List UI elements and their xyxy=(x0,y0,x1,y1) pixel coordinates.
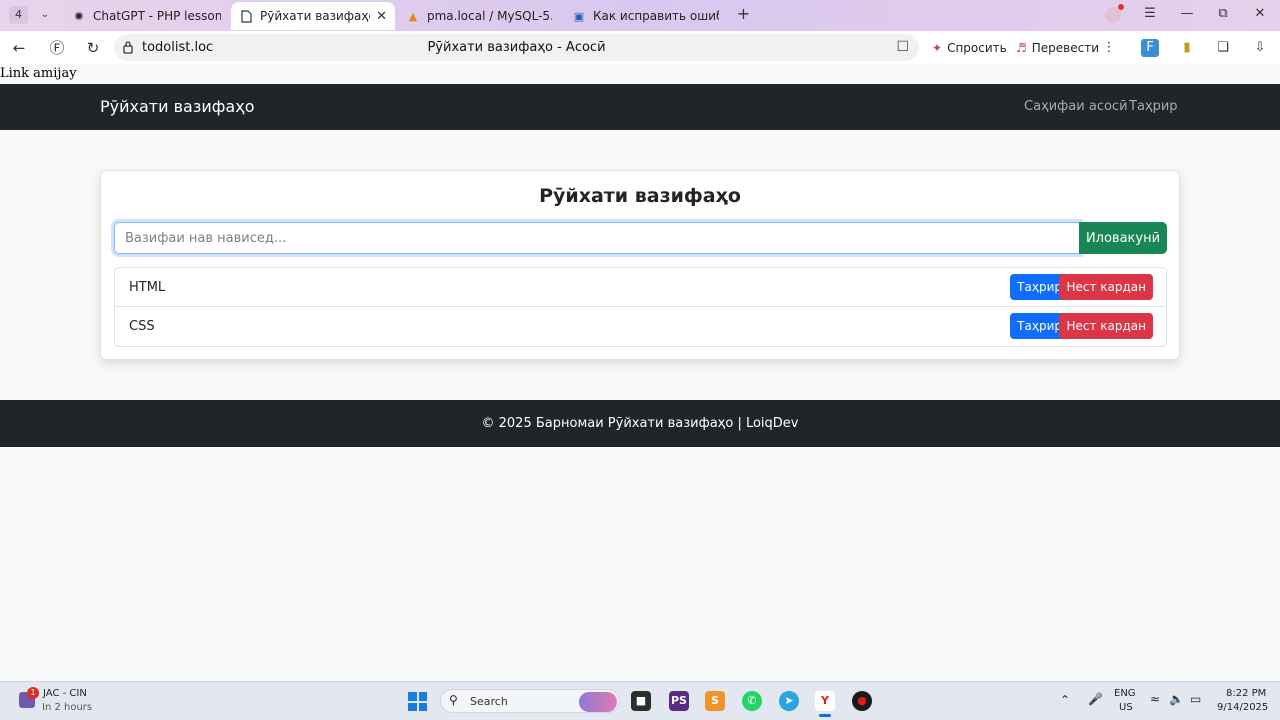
language-top[interactable]: ENG xyxy=(1114,688,1136,699)
battery-extension-icon[interactable]: ▮ xyxy=(1178,39,1196,57)
card-title: Рӯйхати вазифаҳо xyxy=(539,185,741,207)
tab-label: Рӯйхати вазифаҳо - Асосӣ xyxy=(260,9,371,23)
add-task-button[interactable]: Иловакунӣ xyxy=(1079,222,1167,254)
chatgpt-icon: ✺ xyxy=(74,9,84,23)
tab-label: ChatGPT - PHP lessons xyxy=(93,9,221,23)
weather-title[interactable]: JAC - CIN xyxy=(43,688,87,699)
translate-icon: ♬ xyxy=(1016,40,1027,55)
new-tab-icon[interactable]: + xyxy=(735,6,752,23)
nav-link-edit[interactable]: Таҳрир xyxy=(1129,99,1178,114)
sparkle-icon: ✦ xyxy=(932,40,943,55)
wifi-icon[interactable]: ≈ xyxy=(1150,692,1160,706)
navbar-brand[interactable]: Рӯйхати вазифаҳо xyxy=(100,97,254,116)
search-icon: ⚲ xyxy=(449,693,458,707)
tab-chatgpt[interactable]: ✺ ChatGPT - PHP lessons xyxy=(64,2,229,30)
yandex-browser-icon[interactable]: Y xyxy=(815,691,835,717)
whatsapp-icon[interactable]: ✆ xyxy=(742,691,762,711)
taskbar-search[interactable]: ⚲ Search xyxy=(440,689,620,713)
nav-link-home[interactable]: Саҳифаи асосӣ xyxy=(1024,99,1128,114)
browser-tab-strip: 4 ⌄ ✺ ChatGPT - PHP lessons Рӯйхати вази… xyxy=(0,0,1280,31)
clock-date[interactable]: 9/14/2025 xyxy=(1217,702,1268,713)
sublime-text-icon[interactable]: S xyxy=(705,691,725,711)
notification-badge: 1 xyxy=(27,687,39,699)
tab-label: pma.local / MySQL-5.6 / todolist xyxy=(427,9,552,23)
page-title: Рӯйхати вазифаҳо - Асосӣ xyxy=(427,40,606,55)
task-list: HTML Таҳрир Нест кардан CSS Таҳрир Нест … xyxy=(114,267,1167,347)
back-arrow-icon[interactable]: ← xyxy=(9,38,29,58)
link-text[interactable]: Link amijay xyxy=(0,66,77,81)
chevron-up-icon[interactable]: ⌃ xyxy=(1060,693,1070,707)
task-name: CSS xyxy=(129,319,155,334)
language-bottom[interactable]: US xyxy=(1119,702,1133,713)
weather-subtitle: In 2 hours xyxy=(42,702,93,713)
restore-icon[interactable]: ⧉ xyxy=(1213,6,1233,21)
start-windows-icon[interactable] xyxy=(408,692,427,711)
search-highlight-icon xyxy=(579,692,617,712)
chevron-down-icon[interactable]: ⌄ xyxy=(37,6,53,24)
battery-icon[interactable]: ▭ xyxy=(1190,692,1201,706)
task-name: HTML xyxy=(129,280,166,295)
extension-icon[interactable]: F xyxy=(1141,39,1159,57)
document-icon xyxy=(239,9,253,23)
ask-button[interactable]: ✦ Спросить xyxy=(924,34,1015,61)
address-bar[interactable]: todolist.loc Рӯйхати вазифаҳо - Асосӣ ☐ xyxy=(114,34,919,61)
menu-icon[interactable]: ☰ xyxy=(1140,6,1160,21)
tab-label: Как исправить ошибку подключения xyxy=(593,9,719,23)
footer: © 2025 Барномаи Рӯйхати вазифаҳо | LoiqD… xyxy=(0,400,1280,447)
browser-toolbar: ← Ⓕ ↻ todolist.loc Рӯйхати вазифаҳо - Ас… xyxy=(0,31,1280,64)
speaker-icon[interactable]: 🔈 xyxy=(1169,692,1184,706)
close-icon[interactable]: ✕ xyxy=(376,9,387,24)
yandex-icon[interactable]: Ⓕ xyxy=(47,38,67,58)
list-item: HTML Таҳрир Нест кардан xyxy=(115,268,1166,307)
translate-label: Перевести xyxy=(1031,40,1100,55)
bookmark-icon[interactable]: ☐ xyxy=(896,39,909,55)
tab-fix-error[interactable]: ▣ Как исправить ошибку подключения xyxy=(564,2,727,30)
task-view-icon[interactable]: ■ xyxy=(631,691,651,711)
new-task-input[interactable] xyxy=(114,222,1080,254)
taskbar: 1 JAC - CIN In 2 hours ⚲ Search ■ PS S ✆… xyxy=(0,681,1280,720)
tab-count-button[interactable]: 4 xyxy=(9,6,28,24)
delete-task-button[interactable]: Нест кардан xyxy=(1059,313,1153,339)
profile-icon[interactable] xyxy=(1105,4,1124,23)
link-icon: ▣ xyxy=(573,9,585,23)
translate-button[interactable]: ♬ Перевести xyxy=(1008,34,1107,61)
navbar: Рӯйхати вазифаҳо Саҳифаи асосӣ Таҳрир xyxy=(0,84,1280,130)
microphone-icon[interactable]: 🎤 xyxy=(1088,692,1103,706)
tab-todolist[interactable]: Рӯйхати вазифаҳо - Асосӣ ✕ xyxy=(231,2,395,30)
reload-icon[interactable]: ↻ xyxy=(83,38,103,58)
telegram-icon[interactable]: ➤ xyxy=(779,691,799,711)
phpstorm-icon[interactable]: PS xyxy=(669,691,689,711)
clock-time[interactable]: 8:22 PM xyxy=(1226,688,1266,699)
delete-task-button[interactable]: Нест кардан xyxy=(1059,274,1153,300)
search-label: Search xyxy=(470,695,508,708)
tab-phpmyadmin[interactable]: ▲ pma.local / MySQL-5.6 / todolist xyxy=(398,2,560,30)
footer-text: © 2025 Барномаи Рӯйхати вазифаҳо | LoiqD… xyxy=(481,416,799,431)
phpmyadmin-icon: ▲ xyxy=(408,9,418,23)
download-icon[interactable]: ⇩ xyxy=(1251,39,1269,57)
collections-icon[interactable]: ❏ xyxy=(1214,39,1232,57)
ask-label: Спросить xyxy=(947,40,1007,55)
minimize-icon[interactable]: — xyxy=(1177,6,1197,21)
close-window-icon[interactable]: ✕ xyxy=(1250,6,1270,21)
more-icon[interactable]: ⋮ xyxy=(1100,39,1118,57)
todo-card: Рӯйхати вазифаҳо Иловакунӣ HTML Таҳрир Н… xyxy=(100,170,1180,360)
recorder-icon[interactable]: ● xyxy=(852,691,872,711)
list-item: CSS Таҳрир Нест кардан xyxy=(115,307,1166,346)
